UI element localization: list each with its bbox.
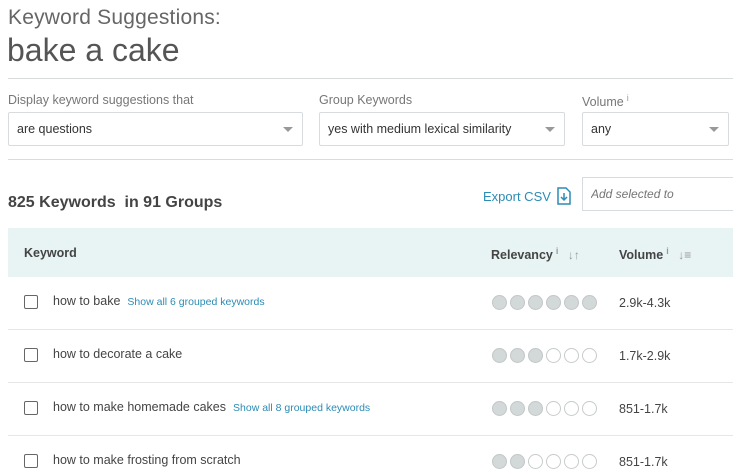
volume-header-label: Volume — [619, 248, 664, 263]
info-icon[interactable]: i — [556, 246, 559, 256]
relevancy-dot-empty — [582, 401, 597, 416]
display-filter-select[interactable]: are questions — [8, 112, 303, 146]
relevancy-dot-empty — [564, 454, 579, 469]
relevancy-meter — [492, 454, 597, 469]
table-header: Keyword Relevancy i ↓↑ Volume i ↓≡ — [8, 228, 733, 277]
divider — [8, 78, 733, 79]
row-checkbox[interactable] — [24, 401, 38, 415]
relevancy-dot-empty — [546, 348, 561, 363]
volume-label-text: Volume — [582, 95, 624, 110]
relevancy-dot-filled — [510, 295, 525, 310]
info-icon[interactable]: i — [666, 246, 669, 256]
table-row: how to decorate a cake 1.7k-2.9k — [8, 330, 733, 383]
relevancy-dot-empty — [564, 348, 579, 363]
row-checkbox[interactable] — [24, 295, 38, 309]
relevancy-meter — [492, 348, 597, 363]
column-header-keyword: Keyword — [24, 246, 77, 260]
sort-descending-icon[interactable]: ↓≡ — [678, 248, 691, 262]
keyword-cell: how to make homemade cakes Show all 8 gro… — [53, 400, 370, 414]
relevancy-dot-filled — [510, 348, 525, 363]
keyword-text: how to bake — [53, 294, 121, 308]
volume-cell: 851-1.7k — [619, 455, 668, 469]
relevancy-dot-filled — [528, 401, 543, 416]
volume-cell: 1.7k-2.9k — [619, 349, 671, 363]
relevancy-dot-filled — [492, 454, 507, 469]
keyword-cell: how to decorate a cake — [53, 347, 182, 361]
keyword-text: how to decorate a cake — [53, 347, 183, 361]
relevancy-dot-empty — [546, 454, 561, 469]
group-filter-value: yes with medium lexical similarity — [328, 122, 512, 136]
add-selected-input[interactable] — [582, 177, 733, 211]
export-csv-label: Export CSV — [483, 188, 551, 204]
relevancy-meter — [492, 401, 597, 416]
display-filter-label: Display keyword suggestions that — [8, 93, 194, 107]
keyword-total: 825 Keywords — [8, 194, 116, 211]
table-row: how to bake Show all 6 grouped keywords 2.… — [8, 277, 733, 330]
show-grouped-keywords-link[interactable]: Show all 6 grouped keywords — [127, 296, 264, 308]
volume-cell: 2.9k-4.3k — [619, 296, 671, 310]
chevron-down-icon — [545, 127, 555, 132]
chevron-down-icon — [709, 127, 719, 132]
sort-icon[interactable]: ↓↑ — [568, 248, 580, 262]
keyword-text: how to make homemade cakes — [53, 400, 227, 414]
relevancy-dot-filled — [546, 295, 561, 310]
info-icon[interactable]: i — [627, 93, 629, 103]
keyword-cell: how to make frosting from scratch — [53, 453, 241, 467]
table-row: how to make homemade cakes Show all 8 gro… — [8, 383, 733, 436]
keyword-count: 825 Keywords in 91 Groups — [8, 194, 222, 212]
volume-filter-label: Volume i — [582, 93, 629, 109]
volume-cell: 851-1.7k — [619, 402, 668, 416]
row-checkbox[interactable] — [24, 348, 38, 362]
relevancy-dot-filled — [528, 348, 543, 363]
divider — [8, 159, 733, 160]
relevancy-dot-filled — [510, 401, 525, 416]
volume-filter-value: any — [591, 122, 612, 136]
relevancy-dot-empty — [582, 454, 597, 469]
relevancy-dot-empty — [564, 401, 579, 416]
keyword-text: how to make frosting from scratch — [53, 453, 241, 467]
group-total: in 91 Groups — [124, 194, 223, 211]
export-csv-button[interactable]: Export CSV — [483, 187, 571, 205]
chevron-down-icon — [283, 127, 293, 132]
group-filter-label: Group Keywords — [319, 93, 413, 107]
table-row: how to make frosting from scratch 851-1.7… — [8, 436, 733, 476]
keyword-cell: how to bake Show all 6 grouped keywords — [53, 294, 265, 308]
page-subtitle: Keyword Suggestions: — [8, 6, 221, 29]
page-title: bake a cake — [7, 32, 180, 68]
relevancy-dot-filled — [492, 295, 507, 310]
column-header-volume[interactable]: Volume i ↓≡ — [619, 246, 691, 262]
row-checkbox[interactable] — [24, 454, 38, 468]
relevancy-meter — [492, 295, 597, 310]
show-grouped-keywords-link[interactable]: Show all 8 grouped keywords — [233, 402, 370, 414]
relevancy-dot-empty — [528, 454, 543, 469]
relevancy-dot-empty — [582, 348, 597, 363]
relevancy-dot-filled — [564, 295, 579, 310]
download-icon — [557, 187, 571, 205]
display-filter-value: are questions — [17, 122, 93, 136]
group-filter-select[interactable]: yes with medium lexical similarity — [319, 112, 565, 146]
volume-filter-select[interactable]: any — [582, 112, 729, 146]
relevancy-dot-filled — [582, 295, 597, 310]
column-header-relevancy[interactable]: Relevancy i ↓↑ — [491, 246, 580, 262]
relevancy-dot-filled — [492, 348, 507, 363]
relevancy-dot-filled — [528, 295, 543, 310]
relevancy-dot-empty — [546, 401, 561, 416]
relevancy-header-label: Relevancy — [491, 248, 553, 263]
relevancy-dot-filled — [510, 454, 525, 469]
relevancy-dot-filled — [492, 401, 507, 416]
